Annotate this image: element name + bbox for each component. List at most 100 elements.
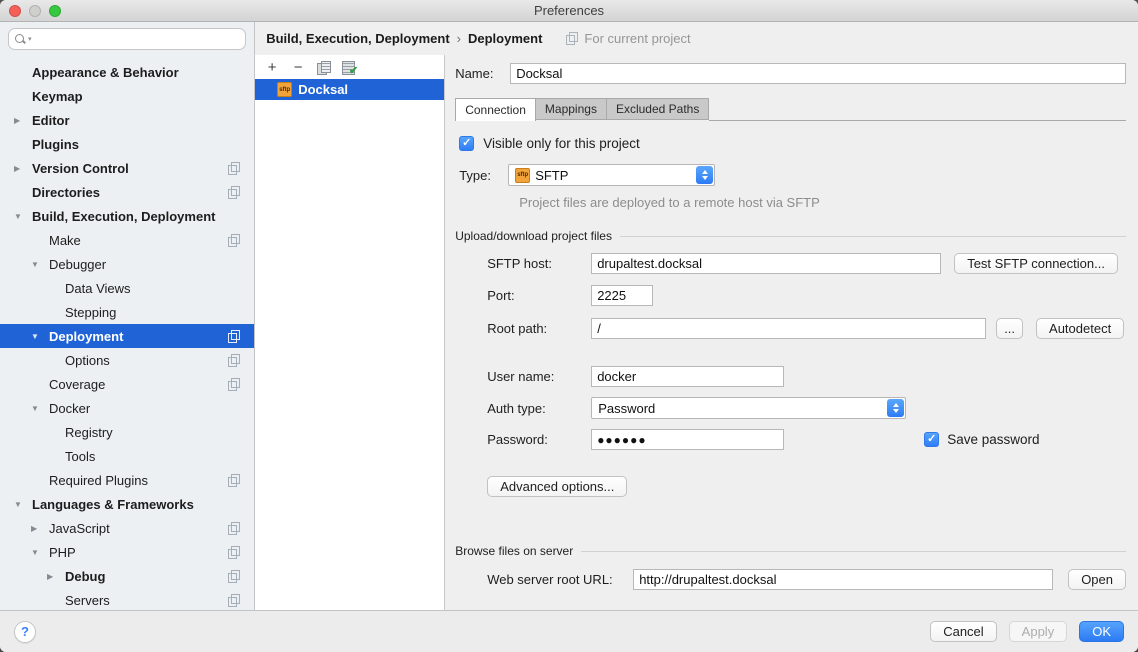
tab-strip-filler	[709, 99, 1126, 121]
ok-button[interactable]: OK	[1079, 621, 1124, 642]
shared-settings-icon	[228, 546, 241, 559]
auth-type-select[interactable]: Password	[591, 397, 906, 419]
shared-settings-icon	[228, 186, 241, 199]
help-button[interactable]: ?	[14, 621, 36, 643]
chevron-down-icon[interactable]: ▼	[31, 404, 49, 413]
web-root-url-label: Web server root URL:	[487, 572, 633, 587]
sidebar-item-appearance-behavior[interactable]: Appearance & Behavior	[0, 60, 254, 84]
server-list-item-docksal[interactable]: sftp Docksal	[255, 79, 444, 100]
for-current-project-icon	[566, 32, 579, 45]
sidebar-item-registry[interactable]: Registry	[0, 420, 254, 444]
sidebar-item-servers[interactable]: Servers	[0, 588, 254, 610]
sidebar-item-label: Required Plugins	[49, 473, 228, 488]
port-input[interactable]: 2225	[591, 285, 653, 306]
sidebar-item-javascript[interactable]: ▶JavaScript	[0, 516, 254, 540]
sidebar-item-label: Coverage	[49, 377, 228, 392]
sidebar-item-data-views[interactable]: Data Views	[0, 276, 254, 300]
name-input[interactable]: Docksal	[510, 63, 1126, 84]
sidebar-item-label: Debugger	[49, 257, 254, 272]
section-divider	[581, 551, 1126, 552]
breadcrumb-segment-current: Deployment	[468, 31, 542, 46]
chevron-right-icon[interactable]: ▶	[47, 572, 65, 581]
advanced-options-button[interactable]: Advanced options...	[487, 476, 627, 497]
sidebar-item-plugins[interactable]: Plugins	[0, 132, 254, 156]
chevron-down-icon[interactable]: ▼	[31, 260, 49, 269]
sidebar-item-version-control[interactable]: ▶Version Control	[0, 156, 254, 180]
sidebar-item-docker[interactable]: ▼Docker	[0, 396, 254, 420]
autodetect-button[interactable]: Autodetect	[1036, 318, 1124, 339]
sftp-host-input[interactable]: drupaltest.docksal	[591, 253, 941, 274]
shared-settings-icon	[228, 474, 241, 487]
tab-excluded-paths[interactable]: Excluded Paths	[607, 98, 709, 120]
sidebar-item-options[interactable]: Options	[0, 348, 254, 372]
shared-settings-icon	[228, 354, 241, 367]
apply-button[interactable]: Apply	[1009, 621, 1068, 642]
browse-root-path-button[interactable]: ...	[996, 318, 1023, 339]
user-name-input[interactable]: docker	[591, 366, 784, 387]
root-path-input[interactable]: /	[591, 318, 986, 339]
sidebar-item-editor[interactable]: ▶Editor	[0, 108, 254, 132]
sidebar-item-build-execution-deployment[interactable]: ▼Build, Execution, Deployment	[0, 204, 254, 228]
sidebar-item-required-plugins[interactable]: Required Plugins	[0, 468, 254, 492]
type-select[interactable]: sftp SFTP	[508, 164, 715, 186]
sidebar-item-php[interactable]: ▼PHP	[0, 540, 254, 564]
sidebar-item-directories[interactable]: Directories	[0, 180, 254, 204]
chevron-down-icon[interactable]: ▼	[14, 500, 32, 509]
servers-list-panel: + − sftp Docksal	[255, 55, 445, 610]
password-input[interactable]: ●●●●●●	[591, 429, 784, 450]
search-icon	[15, 34, 26, 45]
chevron-down-icon[interactable]: ▼	[31, 332, 49, 341]
shared-settings-icon	[228, 330, 241, 343]
chevron-right-icon[interactable]: ▶	[31, 524, 49, 533]
breadcrumb-segment[interactable]: Build, Execution, Deployment	[266, 31, 449, 46]
window-title: Preferences	[0, 3, 1138, 18]
sidebar-item-languages-frameworks[interactable]: ▼Languages & Frameworks	[0, 492, 254, 516]
chevron-right-icon[interactable]: ▶	[14, 116, 32, 125]
visible-only-checkbox[interactable]	[459, 136, 474, 151]
sidebar-item-stepping[interactable]: Stepping	[0, 300, 254, 324]
type-help-text: Project files are deployed to a remote h…	[519, 195, 1126, 210]
sidebar-item-deployment[interactable]: ▼Deployment	[0, 324, 254, 348]
tab-mappings[interactable]: Mappings	[536, 98, 607, 120]
sidebar-item-tools[interactable]: Tools	[0, 444, 254, 468]
tab-connection[interactable]: Connection	[455, 98, 536, 121]
sidebar-item-label: Stepping	[65, 305, 254, 320]
name-label: Name:	[455, 66, 510, 81]
settings-tree: Appearance & BehaviorKeymap▶EditorPlugin…	[0, 58, 254, 610]
sidebar-item-label: Servers	[65, 593, 228, 608]
password-label: Password:	[487, 432, 591, 447]
sidebar-item-keymap[interactable]: Keymap	[0, 84, 254, 108]
shared-settings-icon	[228, 162, 241, 175]
use-as-default-icon[interactable]	[342, 61, 356, 74]
sidebar-item-debugger[interactable]: ▼Debugger	[0, 252, 254, 276]
search-options-caret-icon[interactable]: ▾	[28, 35, 32, 43]
settings-sidebar: ▾ Appearance & BehaviorKeymap▶EditorPlug…	[0, 22, 255, 610]
sidebar-item-label: Data Views	[65, 281, 254, 296]
web-root-url-input[interactable]: http://drupaltest.docksal	[633, 569, 1053, 590]
test-sftp-connection-button[interactable]: Test SFTP connection...	[954, 253, 1118, 274]
save-password-checkbox[interactable]	[924, 432, 939, 447]
chevron-down-icon[interactable]: ▼	[31, 548, 49, 557]
tab-strip: ConnectionMappingsExcluded Paths	[455, 98, 1126, 121]
servers-toolbar: + −	[255, 55, 444, 79]
chevron-down-icon[interactable]: ▼	[14, 212, 32, 221]
sidebar-item-coverage[interactable]: Coverage	[0, 372, 254, 396]
open-url-button[interactable]: Open	[1068, 569, 1126, 590]
add-server-icon[interactable]: +	[265, 60, 279, 75]
sidebar-item-label: Options	[65, 353, 228, 368]
server-item-label: Docksal	[298, 82, 348, 97]
deployment-form: Name: Docksal ConnectionMappingsExcluded…	[445, 55, 1138, 610]
scope-label: For current project	[584, 31, 690, 46]
select-stepper-icon	[887, 399, 904, 417]
sidebar-item-debug[interactable]: ▶Debug	[0, 564, 254, 588]
search-input[interactable]: ▾	[8, 28, 246, 50]
dialog-footer: ? Cancel Apply OK	[0, 610, 1138, 652]
cancel-button[interactable]: Cancel	[930, 621, 996, 642]
user-name-label: User name:	[487, 369, 591, 384]
copy-server-icon[interactable]	[317, 61, 330, 74]
chevron-right-icon[interactable]: ▶	[14, 164, 32, 173]
remove-server-icon[interactable]: −	[291, 60, 305, 75]
sidebar-item-label: Debug	[65, 569, 228, 584]
sidebar-item-label: Tools	[65, 449, 254, 464]
sidebar-item-make[interactable]: Make	[0, 228, 254, 252]
